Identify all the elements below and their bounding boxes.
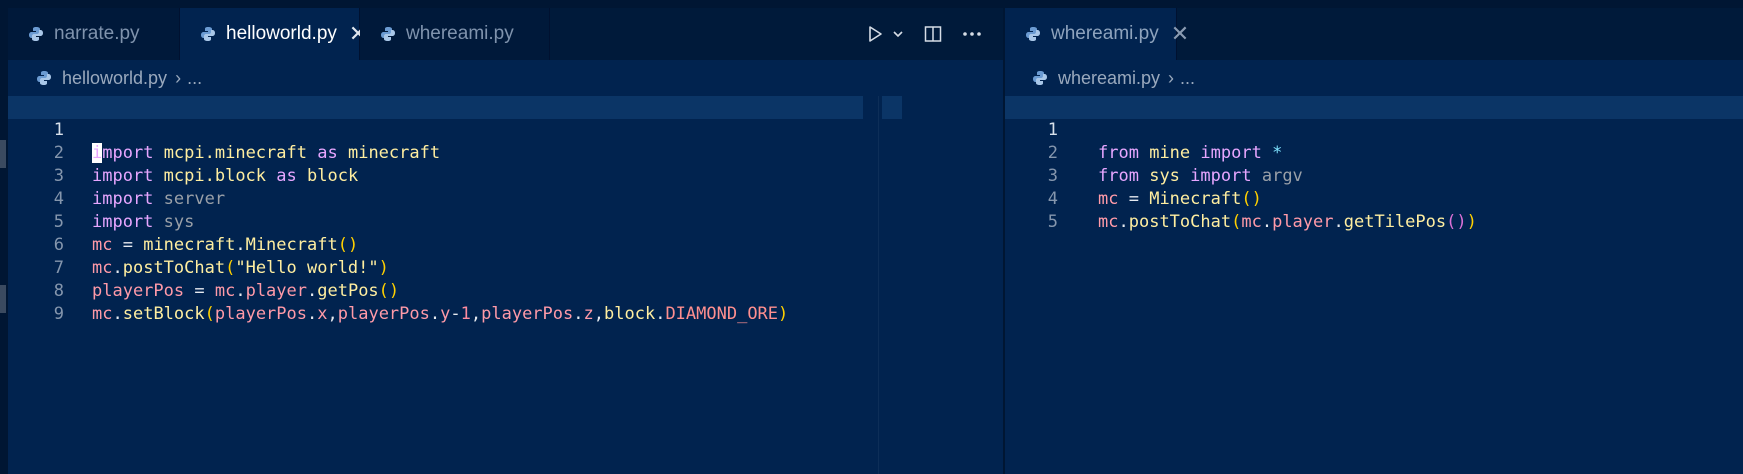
left-edge [0,8,8,474]
breadcrumb-symbols[interactable]: ... [1180,68,1195,89]
code-line[interactable]: 8 mc.setBlock(playerPos.x,playerPos.y-1,… [8,257,863,324]
minimap-divider [878,96,879,474]
code-line[interactable]: 1 from mine import * [1005,96,1743,163]
code-line[interactable]: 4 mc.postToChat(mc.player.getTilePos()) [1005,165,1743,232]
code-text: mc.postToChat(mc.player.getTilePos()) [1098,212,1477,232]
python-icon [1032,70,1048,86]
code-editor-left[interactable]: 1 import mcpi.minecraft as minecraft 2 i… [8,96,863,474]
tab-helloworld[interactable]: helloworld.py ✕ [180,8,367,60]
code-line[interactable]: 5 mc = minecraft.Minecraft() [8,188,863,255]
code-line[interactable]: 9 [8,280,863,324]
tab-label: helloworld.py [226,23,337,44]
line-number: 5 [1047,212,1058,232]
breadcrumb-file[interactable]: whereami.py [1058,68,1160,89]
python-icon [36,70,52,86]
play-icon[interactable] [865,24,885,44]
tab-bar-left: narrate.py helloworld.py ✕ whereami.py [8,8,1003,60]
tab-whereami[interactable]: whereami.py [360,8,550,60]
breadcrumb: helloworld.py › ... [8,60,1003,96]
breadcrumb: whereami.py › ... [1005,60,1743,96]
close-icon[interactable]: ✕ [1171,21,1189,47]
code-line[interactable]: 6 mc.postToChat("Hello world!") [8,211,863,278]
python-icon [200,26,216,42]
tab-bar-right: whereami.py ✕ [1005,8,1743,60]
code-line[interactable]: 3 mc = Minecraft() [1005,142,1743,209]
code-line[interactable]: 7 playerPos = mc.player.getPos() [8,234,863,301]
python-icon [1025,26,1041,42]
breadcrumb-separator: › [1168,67,1175,88]
editor-group-left: narrate.py helloworld.py ✕ whereami.py h… [8,8,1003,474]
window-top-strip [0,0,1743,8]
line-number: 9 [53,304,64,324]
code-text: mc.setBlock(playerPos.x,playerPos.y-1,pl… [92,304,789,324]
scroll-marker [0,285,6,313]
breadcrumb-symbols[interactable]: ... [187,68,202,89]
editor-group-right: whereami.py ✕ whereami.py › ... 1 from m… [1005,8,1743,474]
code-line[interactable]: 2 import mcpi.block as block [8,119,863,186]
tab-whereami-right[interactable]: whereami.py ✕ [1005,8,1189,60]
code-editor-right[interactable]: 1 from mine import * 2 from sys import a… [1005,96,1743,474]
code-line[interactable]: 2 from sys import argv [1005,119,1743,186]
minimap-current-line[interactable] [882,96,902,119]
code-line[interactable]: 4 import sys [8,165,863,232]
python-icon [28,26,44,42]
scroll-marker [0,140,6,168]
code-line[interactable]: 5 [1005,188,1743,232]
python-icon [380,26,396,42]
breadcrumb-file[interactable]: helloworld.py [62,68,167,89]
split-editor-icon[interactable] [923,24,943,44]
tab-label: whereami.py [406,23,514,44]
code-line[interactable]: 3 import server [8,142,863,209]
tab-label: whereami.py [1051,23,1159,44]
breadcrumb-separator: › [175,67,182,88]
tab-label: narrate.py [54,23,140,44]
editor-actions [865,8,983,60]
ellipsis-icon[interactable] [961,24,983,44]
tab-narrate[interactable]: narrate.py [8,8,180,60]
chevron-down-icon[interactable] [891,27,905,41]
code-line[interactable]: 1 import mcpi.minecraft as minecraft [8,96,863,163]
